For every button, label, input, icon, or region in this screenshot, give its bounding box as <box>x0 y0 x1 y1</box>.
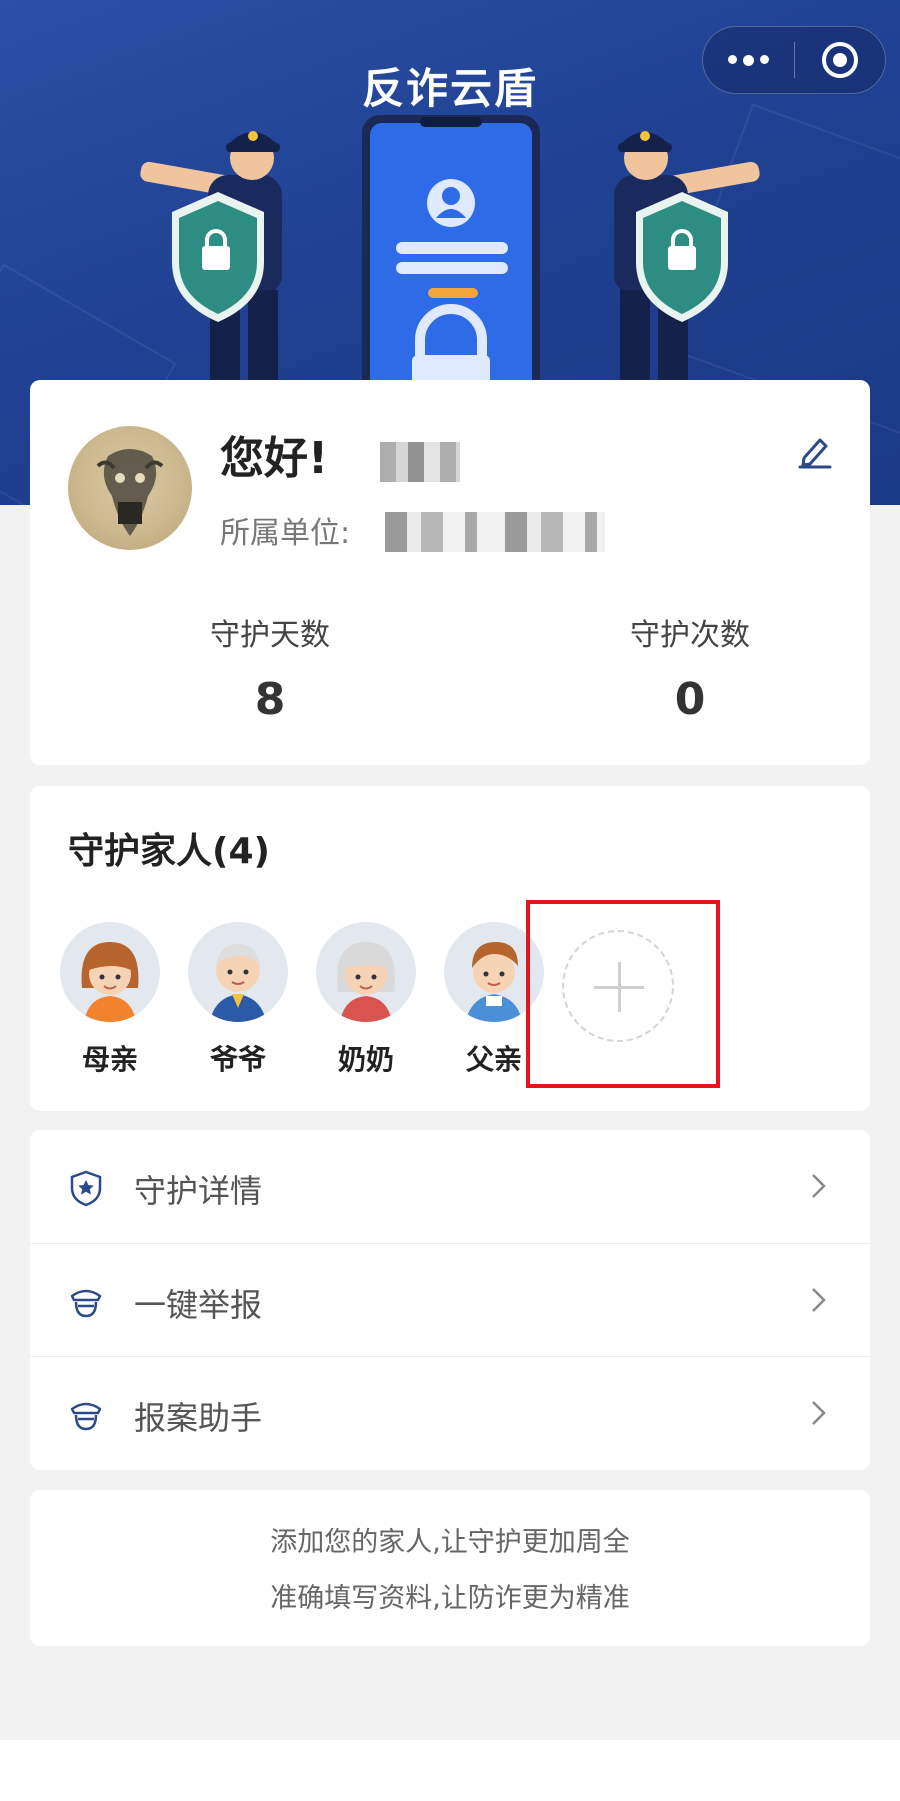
menu-list: 守护详情 一键举报 报案助手 <box>30 1130 870 1470</box>
tip-line-2: 准确填写资料,让防诈更为精准 <box>270 1583 630 1614</box>
avatar-image <box>96 449 164 536</box>
guard-count-label: 守护次数 <box>630 618 750 653</box>
profile-card: 您好! 所属单位: 守护天数 8 守护次数 0 <box>30 380 870 765</box>
bottom-safe-area <box>0 1740 900 1801</box>
more-menu-button[interactable] <box>703 26 794 94</box>
family-member-grandma[interactable]: 奶奶 <box>316 922 416 1078</box>
guard-days-value: 8 <box>254 674 286 725</box>
more-dots-icon <box>727 54 769 66</box>
edit-icon[interactable] <box>794 430 834 470</box>
chevron-right-icon <box>812 1174 826 1198</box>
greeting-text: 您好! <box>220 433 329 484</box>
unit-value-redacted <box>385 512 605 552</box>
mother-avatar-icon <box>60 922 160 1022</box>
tip-line-1: 添加您的家人,让守护更加周全 <box>270 1527 630 1558</box>
family-member-mother[interactable]: 母亲 <box>60 922 160 1078</box>
family-member-name: 奶奶 <box>337 1043 394 1076</box>
menu-item-label: 守护详情 <box>134 1172 263 1210</box>
tips-card: 添加您的家人,让守护更加周全 准确填写资料,让防诈更为精准 <box>30 1490 870 1646</box>
grandpa-avatar-icon <box>188 922 288 1022</box>
close-miniprogram-button[interactable] <box>795 26 886 94</box>
family-member-grandpa[interactable]: 爷爷 <box>188 922 288 1078</box>
menu-item-guard-details[interactable]: 守护详情 <box>30 1130 870 1243</box>
family-card: 守护家人(4) 母亲 爷爷 奶奶 父亲 <box>30 786 870 1111</box>
shield-star-icon <box>70 1170 102 1207</box>
menu-item-one-click-report[interactable]: 一键举报 <box>30 1243 870 1356</box>
menu-item-case-assistant[interactable]: 报案助手 <box>30 1356 870 1469</box>
avatar[interactable] <box>68 426 192 550</box>
guard-days-label: 守护天数 <box>210 618 330 653</box>
guard-days-stat: 守护天数 8 <box>120 610 420 725</box>
username-redacted <box>380 442 460 482</box>
target-circle-icon <box>821 42 858 78</box>
grandma-avatar-icon <box>316 922 416 1022</box>
police-icon <box>70 1402 102 1431</box>
police-icon <box>70 1289 102 1318</box>
family-member-name: 母亲 <box>81 1043 138 1076</box>
unit-label: 所属单位: <box>220 516 351 551</box>
chevron-right-icon <box>812 1288 826 1312</box>
family-member-name: 爷爷 <box>209 1043 266 1076</box>
guard-count-value: 0 <box>674 674 706 725</box>
guard-count-stat: 守护次数 0 <box>540 610 840 725</box>
chevron-right-icon <box>812 1401 826 1425</box>
highlight-box <box>526 900 720 1088</box>
miniprogram-capsule <box>702 26 886 94</box>
menu-item-label: 一键举报 <box>134 1286 263 1324</box>
menu-item-label: 报案助手 <box>134 1399 263 1437</box>
family-title: 守护家人(4) <box>68 831 270 872</box>
